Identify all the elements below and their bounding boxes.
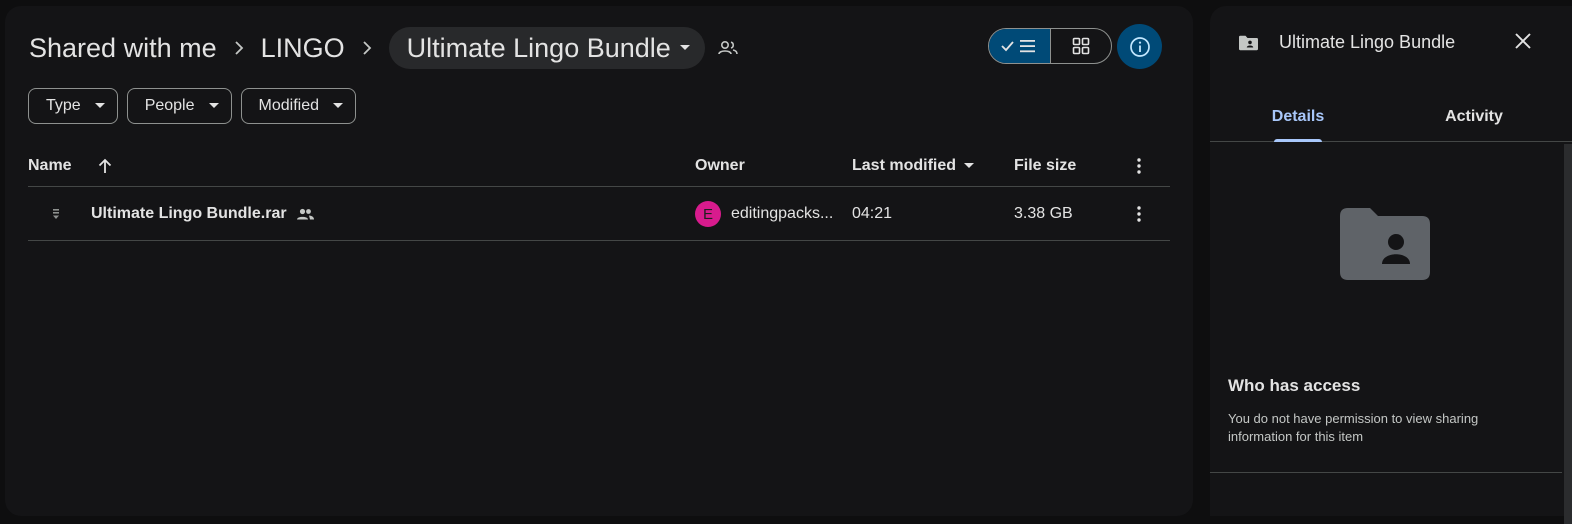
list-view-button[interactable] [989,29,1051,63]
details-tabs: Details Activity [1210,92,1572,142]
caret-down-icon [333,103,343,109]
grid-view-icon [1072,37,1090,55]
file-name: Ultimate Lingo Bundle.rar [91,205,287,222]
tab-details[interactable]: Details [1210,92,1386,142]
list-view-icon [1001,40,1036,53]
column-modified-label: Last modified [852,157,957,174]
shared-folder-icon [1238,35,1259,51]
scrollbar[interactable] [1564,144,1572,524]
caret-down-icon [208,103,219,109]
shared-folder-illustration [1338,206,1432,287]
filter-modified-label: Modified [258,97,319,114]
file-name-cell[interactable]: Ultimate Lingo Bundle.rar [91,187,315,241]
table-header: Name Owner Last modified File size [28,145,1170,187]
column-name-header[interactable]: Name [28,145,112,187]
column-name-label: Name [28,157,72,174]
filter-people[interactable]: People [126,88,232,124]
sort-arrow-up-icon[interactable] [98,158,112,174]
column-modified-header[interactable]: Last modified [852,145,975,187]
info-icon [1129,36,1150,57]
owner-name: editingpacks... [731,205,834,222]
table-row[interactable]: Ultimate Lingo Bundle.rar E editingpacks… [28,187,1170,241]
column-size-header[interactable]: File size [1014,145,1076,187]
column-owner-header[interactable]: Owner [695,145,745,187]
filter-type[interactable]: Type [28,88,118,124]
details-title: Ultimate Lingo Bundle [1279,32,1456,52]
file-list-panel: Shared with me LINGO Ultimate Lingo Bund… [5,6,1193,516]
avatar: E [695,201,721,227]
view-toggle [988,28,1112,64]
caret-down-icon [964,163,975,169]
size-cell: 3.38 GB [1014,205,1073,222]
grid-view-button[interactable] [1051,29,1112,63]
chevron-right-icon [347,27,387,69]
access-permission-message: You do not have permission to view shari… [1228,411,1479,444]
details-side-panel: Ultimate Lingo Bundle Details Activity W… [1210,6,1572,524]
row-more-actions-button[interactable] [1127,187,1151,241]
details-header: Ultimate Lingo Bundle [1238,32,1455,53]
breadcrumb-lingo[interactable]: LINGO [259,33,347,64]
breadcrumb: Shared with me LINGO Ultimate Lingo Bund… [27,27,739,69]
column-options-button[interactable] [1127,145,1151,187]
archive-file-icon [50,187,62,241]
filter-modified[interactable]: Modified [240,88,356,124]
caret-down-icon [679,44,691,52]
more-vert-icon [1127,154,1151,178]
shared-people-icon [717,40,739,56]
view-details-button[interactable] [1117,24,1162,69]
filter-people-label: People [144,97,195,114]
divider [1210,472,1562,473]
chevron-right-icon [219,27,259,69]
breadcrumb-current-label: Ultimate Lingo Bundle [406,32,671,63]
filter-chips: Type People Modified [28,88,356,124]
tab-activity[interactable]: Activity [1386,92,1562,142]
who-has-access-heading: Who has access [1228,376,1361,395]
more-vert-icon [1127,202,1151,226]
breadcrumb-shared-with-me[interactable]: Shared with me [27,33,219,64]
filter-type-label: Type [46,97,81,114]
close-details-button[interactable] [1514,32,1532,55]
shared-people-icon [296,208,315,220]
modified-cell: 04:21 [852,205,893,222]
owner-cell[interactable]: E editingpacks... [695,187,833,241]
breadcrumb-current-folder[interactable]: Ultimate Lingo Bundle [388,27,705,69]
caret-down-icon [94,103,105,109]
close-icon [1515,33,1531,49]
